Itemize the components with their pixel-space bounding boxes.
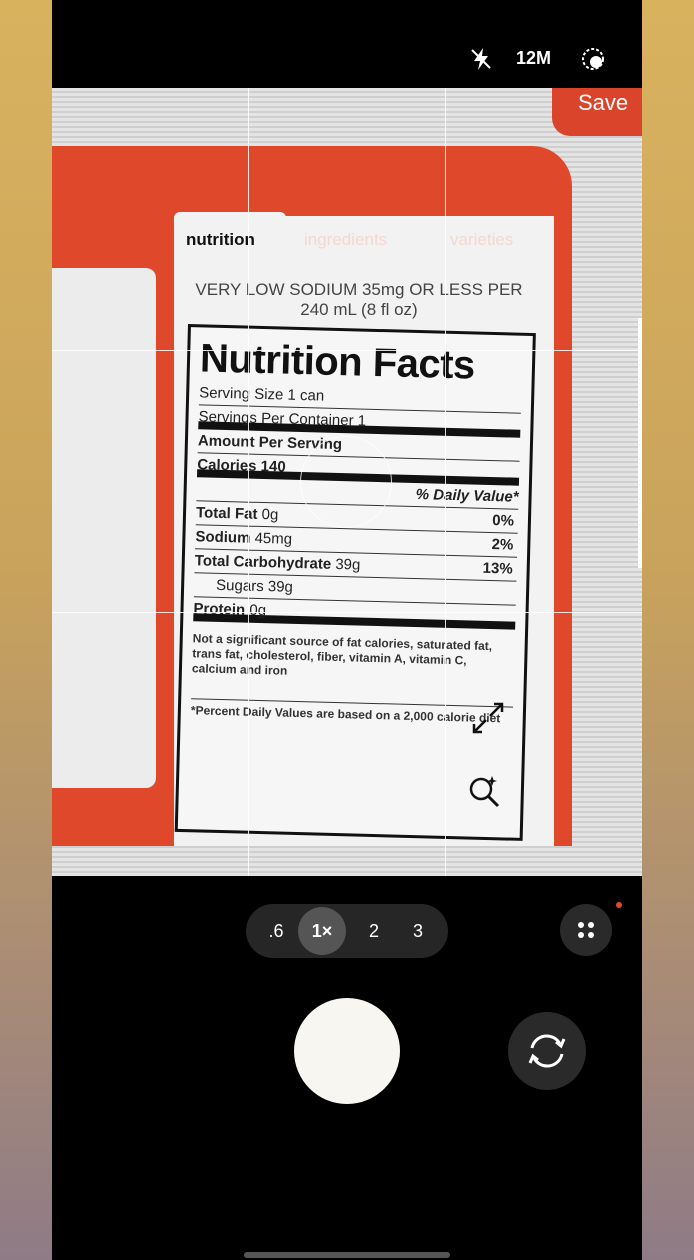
grid-line (52, 612, 642, 613)
live-photo-icon[interactable] (578, 44, 608, 74)
notification-dot (616, 902, 622, 908)
flip-camera-icon (528, 1034, 566, 1068)
nutrient-value: 0g (249, 601, 267, 620)
left-card (52, 268, 156, 788)
nutrient-value: 45mg (254, 529, 293, 548)
nutrient-value: 0g (261, 505, 279, 524)
screen-edge (638, 318, 642, 568)
facts-footnote-daily: *Percent Daily Values are based on a 2,0… (190, 698, 514, 727)
sodium-note: VERY LOW SODIUM 35mg OR LESS PER 240 mL … (195, 280, 523, 319)
zoom-selector: .6 1× 2 3 (246, 904, 448, 958)
zoom-option-2[interactable]: 2 (354, 904, 394, 958)
save-button: Save (552, 88, 642, 136)
grid-line (52, 350, 642, 351)
tab-nutrition: nutrition (174, 212, 286, 256)
viewfinder[interactable]: Save nutrition ingredients varieties VER… (52, 88, 642, 876)
visual-lookup-icon[interactable] (466, 774, 502, 810)
zoom-option-1x[interactable]: 1× (298, 907, 346, 955)
expand-icon[interactable] (470, 700, 506, 736)
nutrient-label: Sugars (215, 576, 264, 596)
camera-screen: 12M Save nutrition ingredients varieties… (52, 0, 642, 1260)
zoom-option-0-6[interactable]: .6 (256, 904, 296, 958)
status-bar: 12M (52, 0, 642, 88)
shutter-button[interactable] (294, 998, 400, 1104)
nutrient-value: 39g (335, 555, 361, 574)
camera-modes-button[interactable] (560, 904, 612, 956)
nutrient-label: Sodium (195, 528, 251, 547)
focus-indicator (300, 436, 392, 528)
nutrient-label: Protein (193, 600, 246, 619)
flip-camera-button[interactable] (508, 1012, 586, 1090)
nutrient-pct: 2% (491, 536, 514, 554)
resolution-label[interactable]: 12M (516, 48, 551, 69)
zoom-option-3[interactable]: 3 (398, 904, 438, 958)
nutrition-facts-panel: Nutrition Facts Serving Size 1 can Servi… (174, 324, 536, 841)
grid-line (445, 88, 446, 876)
nutrient-label: Total Carbohydrate (194, 552, 332, 573)
facts-footnote: Not a significant source of fat calories… (191, 631, 493, 678)
four-dots-icon (578, 922, 594, 938)
label-tabs: nutrition ingredients varieties (174, 212, 574, 256)
tab-ingredients: ingredients (304, 230, 388, 249)
nutrient-pct: 0% (492, 512, 515, 530)
flash-off-icon[interactable] (468, 46, 494, 72)
home-indicator[interactable] (244, 1252, 450, 1258)
tab-varieties: varieties (450, 230, 514, 249)
nutrient-value: 39g (267, 578, 294, 596)
nutrient-pct: 13% (482, 559, 513, 578)
grid-line (248, 88, 249, 876)
